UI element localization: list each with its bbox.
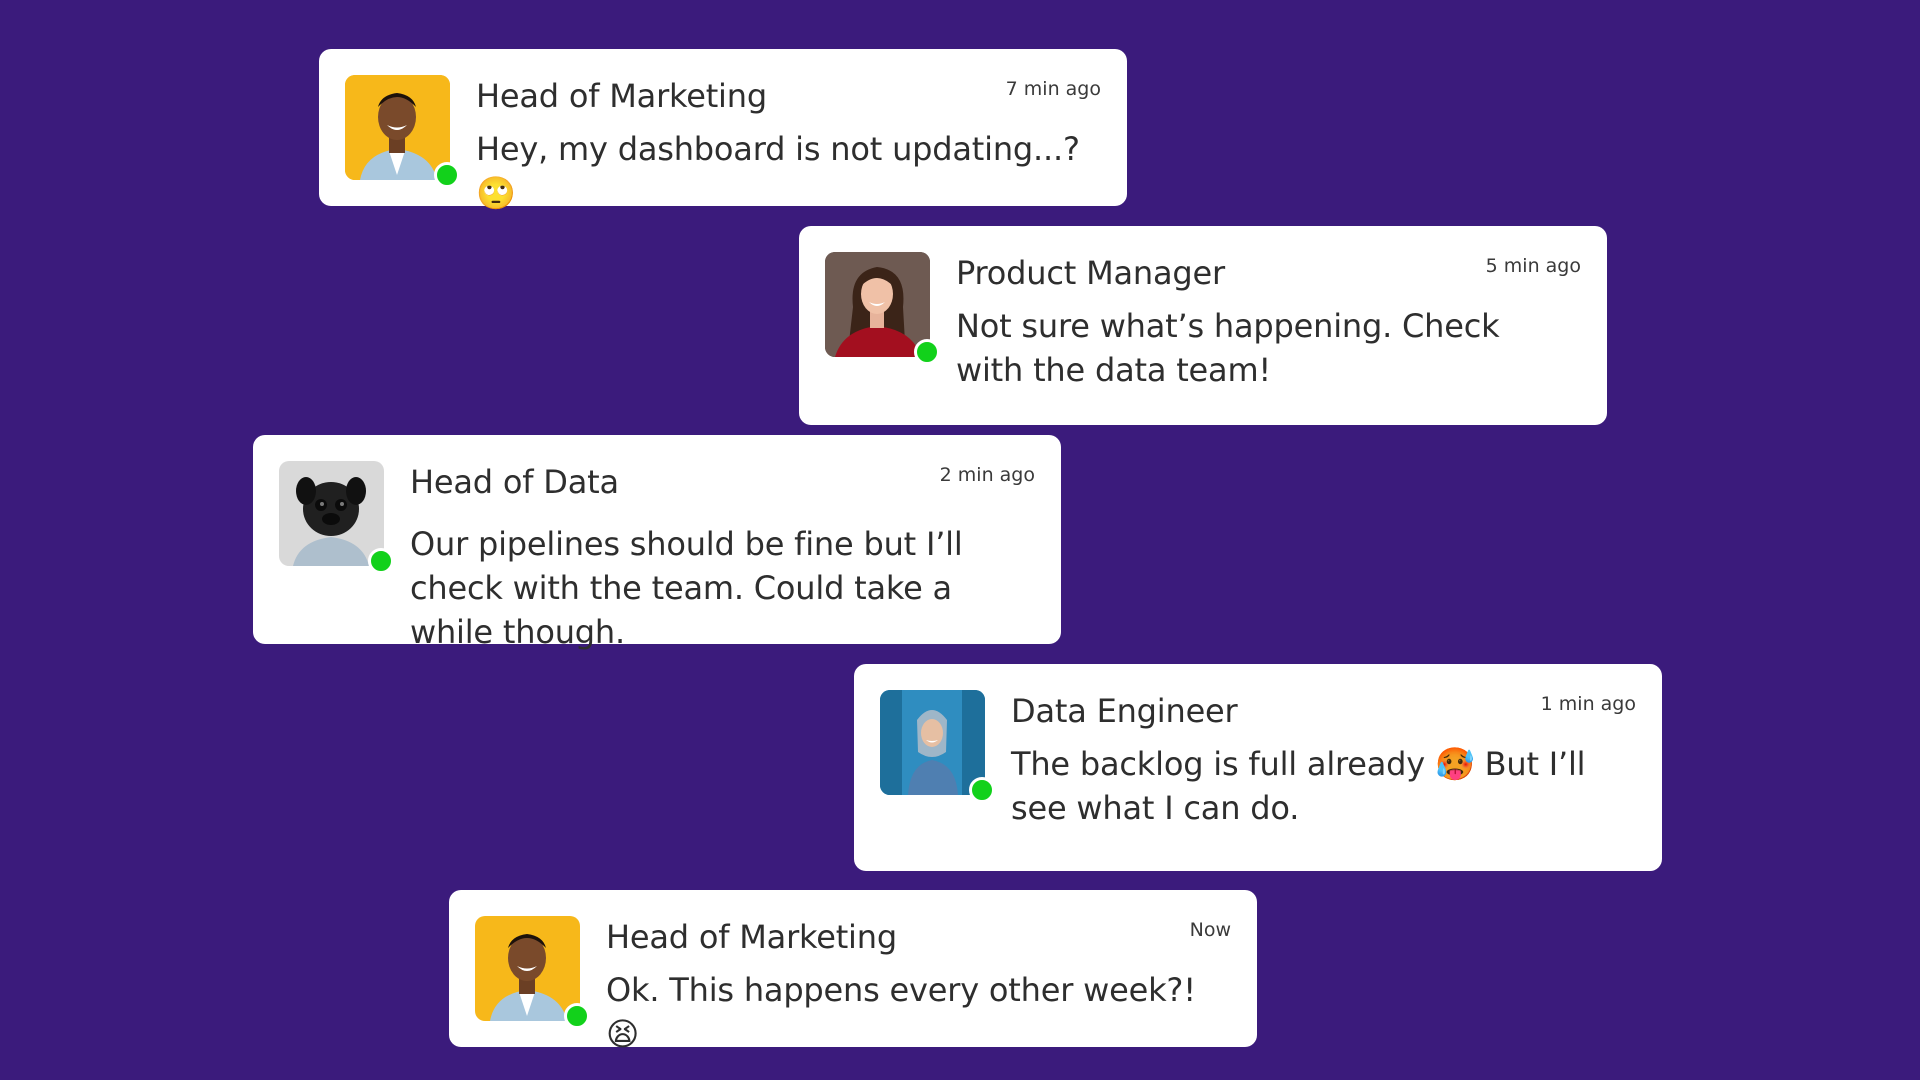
message-card[interactable]: Data Engineer 1 min ago The backlog is f… bbox=[854, 664, 1662, 871]
message-time: Now bbox=[1189, 919, 1231, 941]
avatar-pug-icon bbox=[279, 461, 384, 566]
message-time: 5 min ago bbox=[1485, 255, 1581, 277]
avatar bbox=[279, 461, 394, 574]
avatar bbox=[825, 252, 940, 365]
message-time: 7 min ago bbox=[1005, 78, 1101, 100]
sender-name: Head of Marketing bbox=[476, 77, 767, 115]
sender-name: Data Engineer bbox=[1011, 692, 1238, 730]
message-time: 1 min ago bbox=[1540, 693, 1636, 715]
avatar-woman-hoodie-icon bbox=[880, 690, 985, 795]
message-text: The backlog is full already 🥵 But I’ll s… bbox=[1011, 745, 1586, 827]
online-status-icon bbox=[564, 1003, 590, 1029]
avatar bbox=[345, 75, 460, 188]
message-text: Ok. This happens every other week?! 😫 bbox=[606, 971, 1196, 1053]
message-card[interactable]: Head of Marketing Now Ok. This happens e… bbox=[449, 890, 1257, 1053]
online-status-icon bbox=[969, 777, 995, 803]
avatar-woman-icon bbox=[825, 252, 930, 357]
message-card[interactable]: Head of Data 2 min ago Our pipelines sho… bbox=[253, 435, 1061, 651]
online-status-icon bbox=[914, 339, 940, 365]
avatar bbox=[475, 916, 590, 1029]
message-time: 2 min ago bbox=[939, 464, 1035, 486]
message-text: Not sure what’s happening. Check with th… bbox=[956, 307, 1500, 389]
message-text: Hey, my dashboard is not updating...? 🙄 bbox=[476, 130, 1080, 212]
sender-name: Head of Marketing bbox=[606, 918, 897, 956]
online-status-icon bbox=[434, 162, 460, 188]
message-text: Our pipelines should be fine but I’ll ch… bbox=[410, 525, 963, 651]
sender-name: Product Manager bbox=[956, 254, 1225, 292]
message-card[interactable]: Head of Marketing 7 min ago Hey, my dash… bbox=[319, 49, 1127, 212]
avatar-man-icon bbox=[345, 75, 450, 180]
avatar bbox=[880, 690, 995, 803]
avatar-man-icon bbox=[475, 916, 580, 1021]
online-status-icon bbox=[368, 548, 394, 574]
message-card[interactable]: Product Manager 5 min ago Not sure what’… bbox=[799, 226, 1607, 425]
sender-name: Head of Data bbox=[410, 463, 619, 501]
